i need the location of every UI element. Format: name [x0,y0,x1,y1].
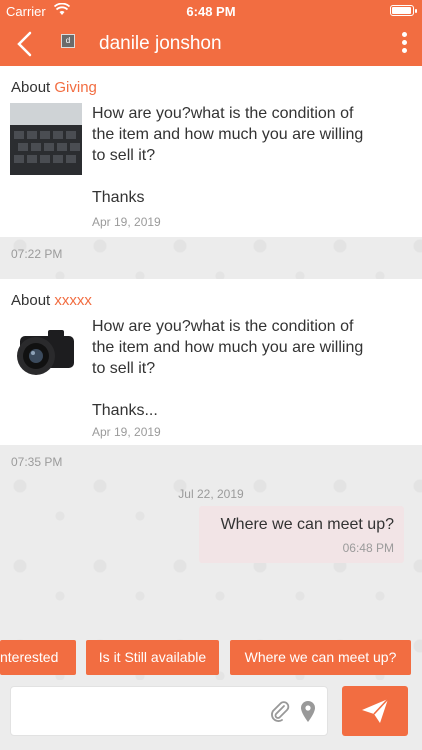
message-line: Thanks... [92,402,158,419]
battery-icon [390,5,417,16]
message-date: Apr 19, 2019 [92,215,161,229]
status-time: 6:48 PM [186,4,236,19]
item-thumbnail-keyboard[interactable] [10,103,82,175]
message-line: the item and how much you are willing [92,126,364,143]
about-label: About [11,79,51,96]
location-pin-icon[interactable] [299,700,317,724]
about-label: About [11,292,51,309]
composer-bar [0,680,422,750]
message-text: How are you?what is the condition of the… [92,316,402,421]
message-timestamp: 07:22 PM [11,247,63,261]
item-name-link[interactable]: Giving [54,79,97,96]
contact-name: danile jonshon [99,33,222,54]
outgoing-message-time: 06:48 PM [342,541,394,555]
message-line [92,166,402,187]
message-line: to sell it? [92,147,156,164]
paperclip-icon[interactable] [269,700,291,724]
item-thumbnail-camera[interactable] [10,316,82,388]
quick-reply-button[interactable]: Where we can meet up? [230,640,411,675]
item-inquiry-card[interactable]: About Giving How are you?what is the con… [0,66,422,237]
about-line: About Giving [11,79,97,96]
message-line [92,379,402,400]
message-line: to sell it? [92,360,156,377]
send-button[interactable] [342,686,408,736]
message-date: Apr 19, 2019 [92,425,161,439]
outgoing-message-bubble[interactable]: Where we can meet up? 06:48 PM [199,506,404,563]
item-inquiry-card[interactable]: About xxxxx How are you?what is the cond… [0,279,422,445]
message-text: How are you?what is the condition of the… [92,103,402,208]
message-input[interactable] [19,687,269,735]
contact-avatar[interactable]: d [61,34,75,48]
quick-reply-button[interactable]: nterested [0,640,76,675]
day-separator: Jul 22, 2019 [178,487,244,501]
nav-bar: d danile jonshon [0,22,422,66]
quick-reply-button[interactable]: Is it Still available [86,640,219,675]
about-line: About xxxxx [11,292,92,309]
message-line: How are you?what is the condition of [92,105,354,122]
back-chevron-icon[interactable] [14,30,38,58]
message-input-container[interactable] [10,686,328,736]
message-line: the item and how much you are willing [92,339,364,356]
more-vertical-icon[interactable] [398,32,410,56]
chat-area[interactable]: About Giving How are you?what is the con… [0,66,422,680]
status-bar: Carrier 6:48 PM [0,0,422,22]
outgoing-message-text: Where we can meet up? [220,516,394,533]
message-timestamp: 07:35 PM [11,455,63,469]
item-name-link[interactable]: xxxxx [54,292,92,309]
message-line: Thanks [92,189,145,206]
message-line: How are you?what is the condition of [92,318,354,335]
